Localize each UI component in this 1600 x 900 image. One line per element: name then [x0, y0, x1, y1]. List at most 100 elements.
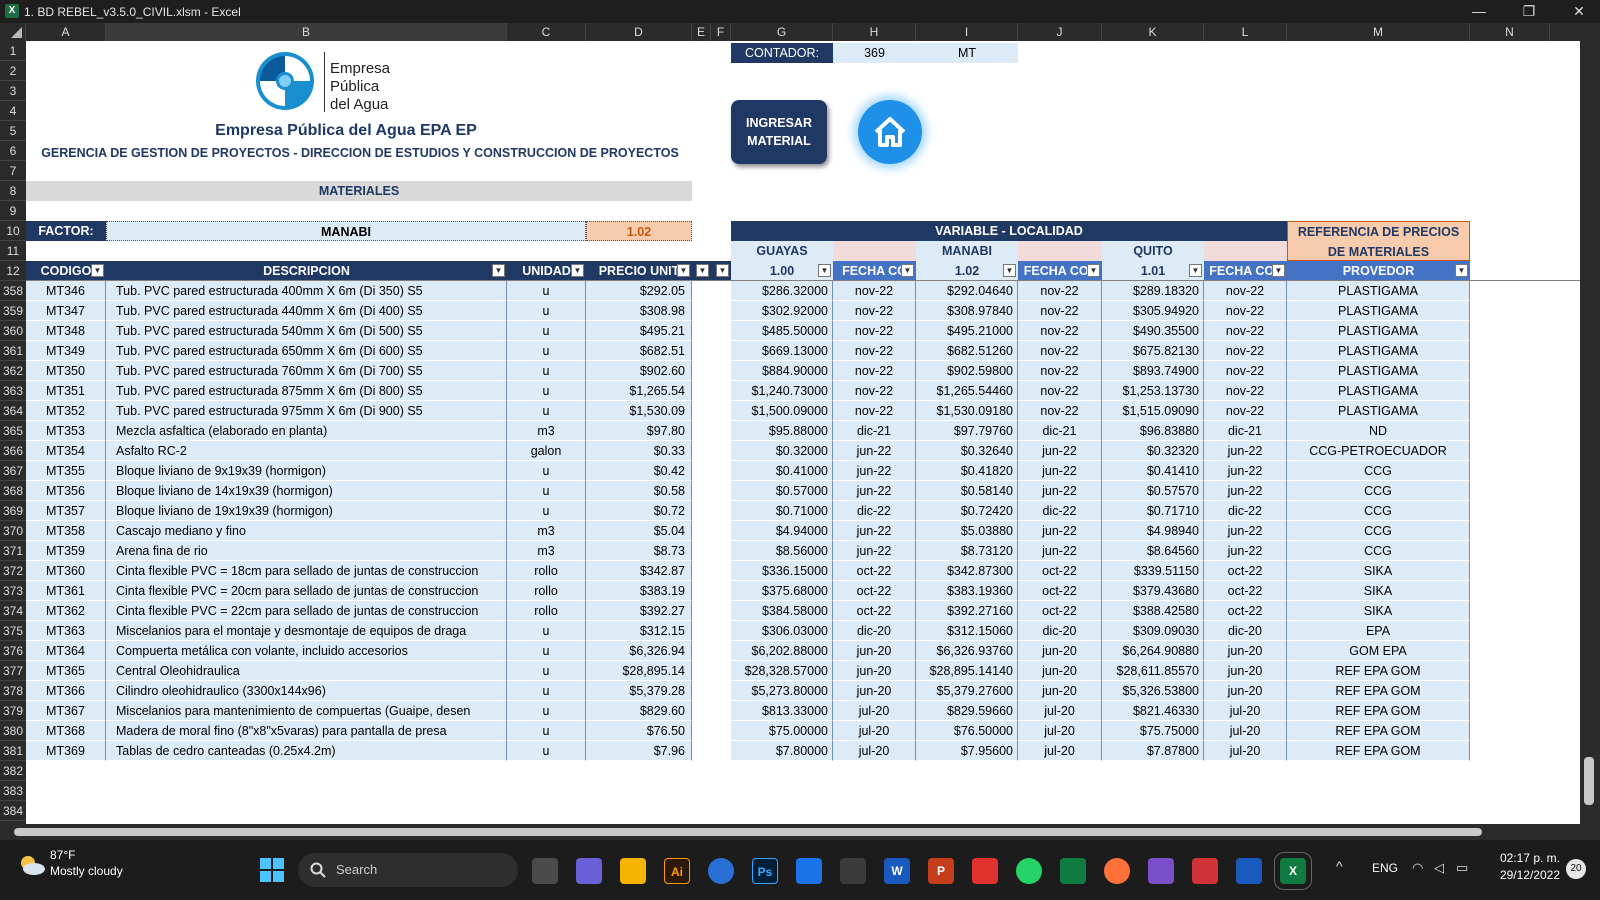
proveedor-cell[interactable]: REF EPA GOM — [1287, 681, 1470, 701]
quito-cell[interactable]: $490.35500 — [1102, 321, 1204, 341]
precio-cell[interactable]: $28,895.14 — [586, 661, 692, 681]
guayas-cell[interactable]: $669.13000 — [731, 341, 833, 361]
descripcion-cell[interactable]: Tub. PVC pared estructurada 975mm X 6m (… — [106, 401, 507, 421]
unidad-cell[interactable]: m3 — [507, 541, 586, 561]
manabi-cell[interactable]: $829.59660 — [916, 701, 1018, 721]
precio-cell[interactable]: $0.72 — [586, 501, 692, 521]
manabi-cell[interactable]: $682.51260 — [916, 341, 1018, 361]
unidad-cell[interactable]: u — [507, 381, 586, 401]
proveedor-cell[interactable]: ND — [1287, 421, 1470, 441]
manabi-cell[interactable]: $28,895.14140 — [916, 661, 1018, 681]
manabi-cell[interactable]: $342.87300 — [916, 561, 1018, 581]
guayas-fecha-cell[interactable]: dic-22 — [833, 501, 916, 521]
quito-fecha-cell[interactable]: nov-22 — [1204, 281, 1287, 301]
column-header[interactable]: E — [692, 23, 711, 41]
pdf-icon[interactable] — [972, 858, 998, 884]
quito-cell[interactable]: $75.75000 — [1102, 721, 1204, 741]
row-header[interactable]: 370 — [0, 521, 26, 541]
manabi-cell[interactable]: $7.95600 — [916, 741, 1018, 761]
row-header[interactable]: 377 — [0, 661, 26, 681]
manabi-fecha-cell[interactable]: nov-22 — [1018, 401, 1102, 421]
manabi-cell[interactable]: $8.73120 — [916, 541, 1018, 561]
ingresar-material-button[interactable]: INGRESAR MATERIAL — [731, 100, 827, 164]
proveedor-cell[interactable]: PLASTIGAMA — [1287, 281, 1470, 301]
select-all-button[interactable] — [0, 23, 26, 41]
quito-fecha-cell[interactable]: nov-22 — [1204, 401, 1287, 421]
row-header[interactable]: 11 — [0, 241, 26, 261]
contador-value[interactable]: 369 — [833, 43, 916, 63]
row-header[interactable]: 358 — [0, 281, 26, 301]
column-header[interactable]: M — [1287, 23, 1470, 41]
descripcion-cell[interactable]: Cinta flexible PVC = 20cm para sellado d… — [106, 581, 507, 601]
manabi-cell[interactable]: $312.15060 — [916, 621, 1018, 641]
row-header[interactable]: 8 — [0, 181, 26, 201]
descripcion-cell[interactable]: Cascajo mediano y fino — [106, 521, 507, 541]
precio-cell[interactable]: $0.42 — [586, 461, 692, 481]
manabi-fecha-cell[interactable]: oct-22 — [1018, 581, 1102, 601]
manabi-cell[interactable]: $5.03880 — [916, 521, 1018, 541]
precio-cell[interactable]: $342.87 — [586, 561, 692, 581]
unidad-cell[interactable]: u — [507, 701, 586, 721]
manabi-cell[interactable]: $5,379.27600 — [916, 681, 1018, 701]
descripcion-cell[interactable]: Cinta flexible PVC = 18cm para sellado d… — [106, 561, 507, 581]
precio-cell[interactable]: $0.58 — [586, 481, 692, 501]
quito-cell[interactable]: $821.46330 — [1102, 701, 1204, 721]
manabi-cell[interactable]: $495.21000 — [916, 321, 1018, 341]
guayas-cell[interactable]: $0.71000 — [731, 501, 833, 521]
descripcion-cell[interactable]: Tub. PVC pared estructurada 875mm X 6m (… — [106, 381, 507, 401]
visual-studio-icon[interactable] — [1148, 858, 1174, 884]
quito-fecha-cell[interactable]: jun-22 — [1204, 461, 1287, 481]
column-header[interactable]: B — [106, 23, 507, 41]
row-header[interactable]: 7 — [0, 161, 26, 181]
codigo-cell[interactable]: MT351 — [26, 381, 106, 401]
descripcion-cell[interactable]: Bloque liviano de 19x19x39 (hormigon) — [106, 501, 507, 521]
precio-cell[interactable]: $392.27 — [586, 601, 692, 621]
codigo-cell[interactable]: MT367 — [26, 701, 106, 721]
unidad-cell[interactable]: u — [507, 361, 586, 381]
precio-cell[interactable]: $5,379.28 — [586, 681, 692, 701]
guayas-fecha-cell[interactable]: nov-22 — [833, 381, 916, 401]
guayas-cell[interactable]: $95.88000 — [731, 421, 833, 441]
clock-date[interactable]: 29/12/2022 — [1488, 868, 1560, 882]
vertical-scroll-thumb[interactable] — [1584, 757, 1594, 805]
codigo-cell[interactable]: MT359 — [26, 541, 106, 561]
quito-cell[interactable]: $1,253.13730 — [1102, 381, 1204, 401]
proveedor-cell[interactable]: SIKA — [1287, 581, 1470, 601]
guayas-cell[interactable]: $1,240.73000 — [731, 381, 833, 401]
codigo-cell[interactable]: MT361 — [26, 581, 106, 601]
photoshop-icon[interactable]: Ps — [752, 858, 778, 884]
quito-cell[interactable]: $8.64560 — [1102, 541, 1204, 561]
manabi-fecha-cell[interactable]: nov-22 — [1018, 301, 1102, 321]
row-header[interactable]: 375 — [0, 621, 26, 641]
guayas-fecha-cell[interactable]: dic-20 — [833, 621, 916, 641]
proveedor-cell[interactable]: CCG-PETROECUADOR — [1287, 441, 1470, 461]
unidad-cell[interactable]: rollo — [507, 561, 586, 581]
proveedor-cell[interactable]: SIKA — [1287, 601, 1470, 621]
quito-cell[interactable]: $7.87800 — [1102, 741, 1204, 761]
illustrator-icon[interactable]: Ai — [664, 858, 690, 884]
filter-dropdown-icon[interactable]: ▼ — [1003, 264, 1016, 277]
row-header[interactable]: 361 — [0, 341, 26, 361]
codigo-cell[interactable]: MT350 — [26, 361, 106, 381]
column-header[interactable]: J — [1018, 23, 1102, 41]
codigo-cell[interactable]: MT364 — [26, 641, 106, 661]
quito-fecha-cell[interactable]: dic-21 — [1204, 421, 1287, 441]
manabi-fecha-cell[interactable]: nov-22 — [1018, 361, 1102, 381]
guayas-cell[interactable]: $813.33000 — [731, 701, 833, 721]
manabi-cell[interactable]: $0.32640 — [916, 441, 1018, 461]
manabi-fecha-cell[interactable]: jun-22 — [1018, 461, 1102, 481]
quito-cell[interactable]: $893.74900 — [1102, 361, 1204, 381]
filter-dropdown-icon[interactable]: ▼ — [1189, 264, 1202, 277]
filter-dropdown-icon[interactable]: ▼ — [492, 264, 505, 277]
manabi-fecha-cell[interactable]: jul-20 — [1018, 721, 1102, 741]
precio-cell[interactable]: $495.21 — [586, 321, 692, 341]
tray-chevron-icon[interactable]: ^ — [1336, 858, 1343, 874]
codigo-cell[interactable]: MT366 — [26, 681, 106, 701]
precio-cell[interactable]: $0.33 — [586, 441, 692, 461]
proveedor-cell[interactable]: PLASTIGAMA — [1287, 381, 1470, 401]
guayas-cell[interactable]: $485.50000 — [731, 321, 833, 341]
precio-cell[interactable]: $312.15 — [586, 621, 692, 641]
filter-dropdown-icon[interactable]: ▼ — [696, 264, 709, 277]
whatsapp-icon[interactable] — [1016, 858, 1042, 884]
codigo-cell[interactable]: MT365 — [26, 661, 106, 681]
